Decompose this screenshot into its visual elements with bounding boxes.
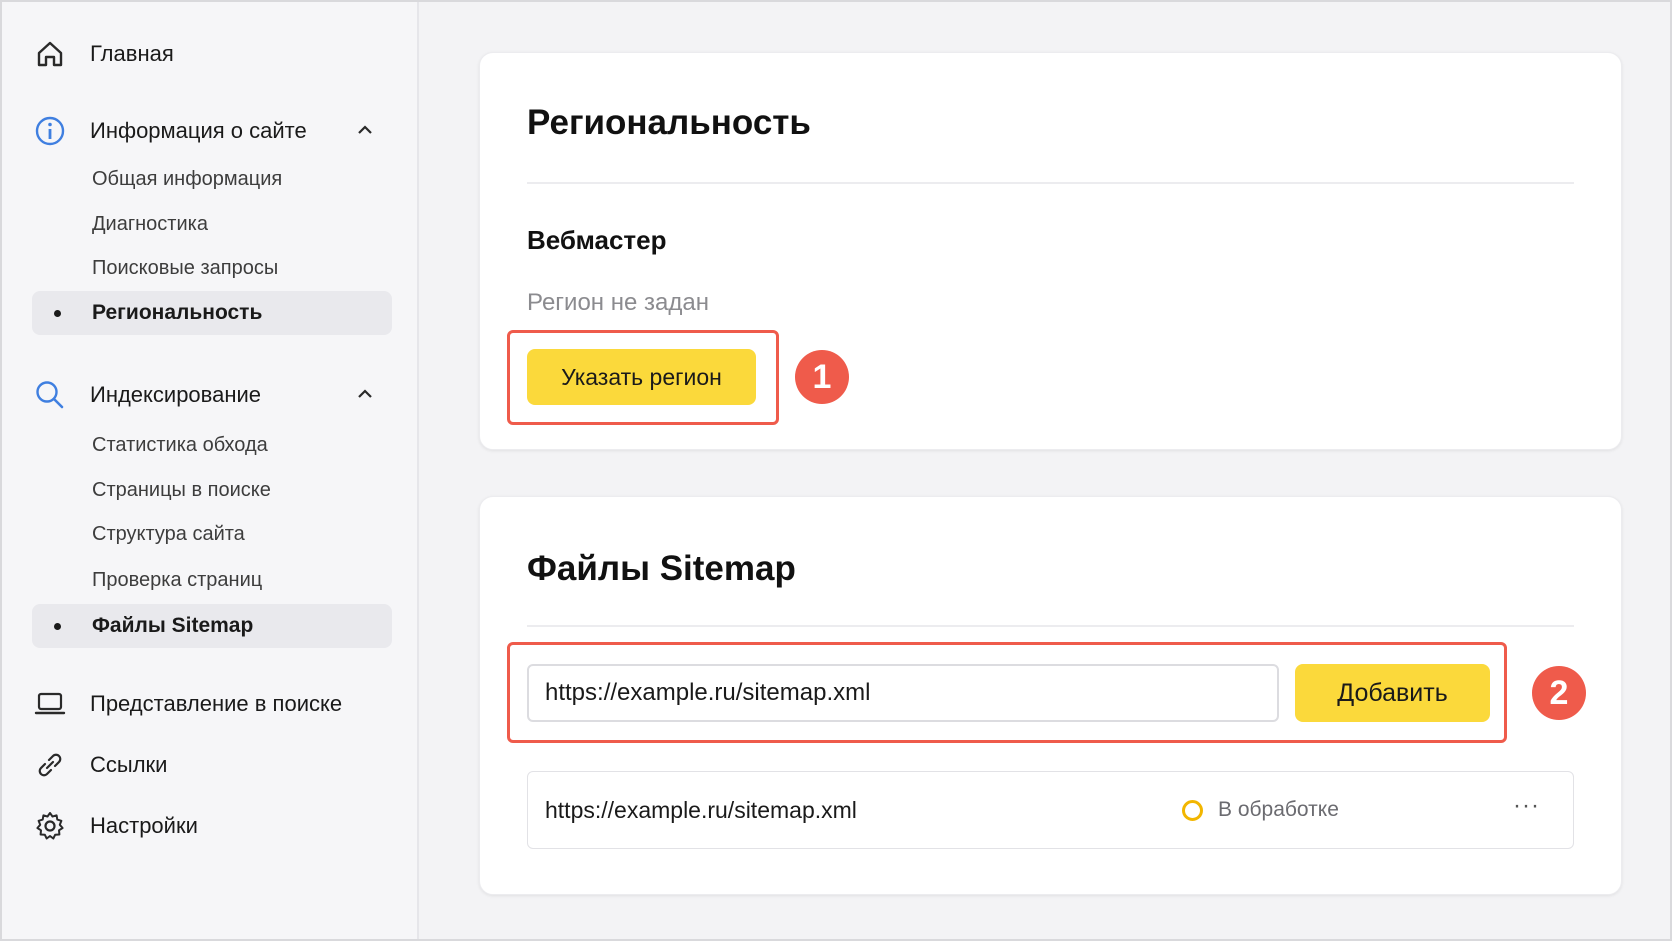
sidebar-item-settings[interactable]: Настройки [32, 802, 392, 850]
sidebar-item-label: Ссылки [90, 752, 168, 777]
home-icon [32, 36, 68, 72]
sitemap-card: Файлы Sitemap https://example.ru/sitemap… [479, 496, 1622, 895]
step-badge-1: 1 [795, 350, 849, 404]
sidebar-item-home[interactable]: Главная [32, 30, 392, 78]
sidebar-item-pages-in-search[interactable]: Страницы в поиске [32, 468, 392, 512]
add-sitemap-button[interactable]: Добавить [1295, 664, 1490, 722]
card-title: Региональность [527, 103, 811, 142]
sidebar-item-label: Поисковые запросы [92, 256, 279, 279]
sidebar-item-label: Представление в поиске [90, 691, 343, 716]
sidebar-item-page-check[interactable]: Проверка страниц [32, 558, 392, 602]
step-badge-2: 2 [1532, 666, 1586, 720]
laptop-icon [32, 686, 68, 722]
sidebar-item-sitemap-files[interactable]: Файлы Sitemap [32, 604, 392, 648]
chevron-up-icon[interactable] [354, 119, 376, 147]
sidebar-item-label: Главная [90, 41, 174, 66]
sitemap-url-value: https://example.ru/sitemap.xml [545, 679, 871, 706]
sidebar-group-label: Индексирование [90, 382, 262, 407]
active-bullet [54, 310, 61, 317]
active-bullet [54, 623, 61, 630]
region-status: Регион не задан [527, 289, 709, 316]
sidebar-item-label: Файлы Sitemap [92, 614, 254, 637]
set-region-button[interactable]: Указать регион [527, 349, 756, 405]
sitemap-row-url: https://example.ru/sitemap.xml [545, 797, 857, 823]
sidebar-item-label: Настройки [90, 813, 198, 838]
regionality-card: Региональность Вебмастер Регион не задан… [479, 52, 1622, 450]
sidebar-item-label: Страницы в поиске [92, 478, 271, 501]
sidebar-item-search-queries[interactable]: Поисковые запросы [32, 246, 392, 290]
chevron-up-icon[interactable] [354, 383, 376, 411]
sidebar: Главная Информация о сайте Общая информа… [2, 2, 419, 939]
more-menu-icon[interactable]: ··· [1513, 792, 1540, 820]
sitemap-url-input[interactable]: https://example.ru/sitemap.xml [527, 664, 1279, 722]
sidebar-item-general-info[interactable]: Общая информация [32, 157, 392, 201]
card-title: Файлы Sitemap [527, 549, 796, 588]
sidebar-item-site-structure[interactable]: Структура сайта [32, 512, 392, 556]
search-icon [32, 377, 68, 413]
sidebar-item-label: Региональность [92, 301, 263, 324]
sidebar-item-search-view[interactable]: Представление в поиске [32, 680, 392, 728]
gear-icon [32, 808, 68, 844]
section-title: Вебмастер [527, 225, 667, 255]
sidebar-item-label: Статистика обхода [92, 433, 268, 456]
sitemap-row-status: В обработке [1218, 798, 1339, 821]
sidebar-item-links[interactable]: Ссылки [32, 741, 392, 789]
sidebar-group-indexing[interactable]: Индексирование [32, 371, 392, 419]
sidebar-item-label: Общая информация [92, 167, 283, 190]
sidebar-group-site-info[interactable]: Информация о сайте [32, 107, 392, 155]
info-icon [32, 113, 68, 149]
divider [527, 625, 1574, 627]
sitemap-row: https://example.ru/sitemap.xml В обработ… [527, 771, 1574, 849]
pending-status-icon [1182, 800, 1203, 821]
link-icon [32, 747, 68, 783]
sidebar-item-label: Проверка страниц [92, 568, 263, 591]
sidebar-item-label: Диагностика [92, 212, 208, 235]
sidebar-item-label: Структура сайта [92, 522, 245, 545]
sidebar-item-diagnostics[interactable]: Диагностика [32, 202, 392, 246]
sidebar-group-label: Информация о сайте [90, 118, 307, 143]
divider [527, 182, 1574, 184]
sidebar-item-regionality[interactable]: Региональность [32, 291, 392, 335]
sidebar-item-crawl-stats[interactable]: Статистика обхода [32, 423, 392, 467]
